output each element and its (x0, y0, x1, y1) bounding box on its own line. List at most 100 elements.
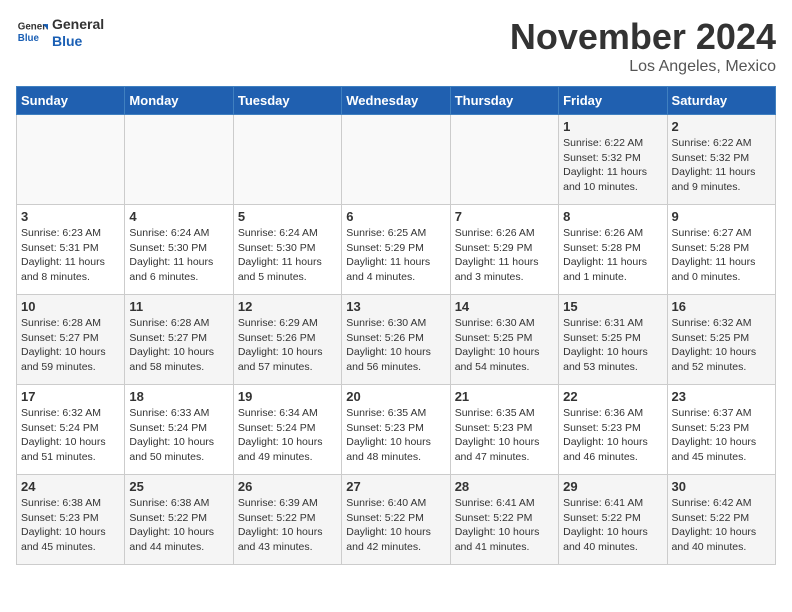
calendar-cell: 14 Sunrise: 6:30 AM Sunset: 5:25 PM Dayli… (450, 295, 558, 385)
svg-text:General: General (18, 21, 48, 32)
calendar-week-row: 24 Sunrise: 6:38 AM Sunset: 5:23 PM Dayli… (17, 475, 776, 565)
day-info: Sunrise: 6:28 AM Sunset: 5:27 PM Dayligh… (129, 316, 228, 375)
calendar-cell (17, 115, 125, 205)
day-info: Sunrise: 6:22 AM Sunset: 5:32 PM Dayligh… (672, 136, 771, 195)
weekday-header: Wednesday (342, 87, 450, 115)
weekday-header: Saturday (667, 87, 775, 115)
logo: General Blue General Blue (16, 16, 104, 50)
day-number: 9 (672, 209, 771, 224)
calendar-cell: 4 Sunrise: 6:24 AM Sunset: 5:30 PM Daylig… (125, 205, 233, 295)
calendar-cell (450, 115, 558, 205)
day-info: Sunrise: 6:37 AM Sunset: 5:23 PM Dayligh… (672, 406, 771, 465)
calendar-cell: 29Sunrise: 6:41 AM Sunset: 5:22 PM Dayli… (559, 475, 667, 565)
day-number: 2 (672, 119, 771, 134)
day-number: 16 (672, 299, 771, 314)
calendar-cell: 7 Sunrise: 6:26 AM Sunset: 5:29 PM Daylig… (450, 205, 558, 295)
day-info: Sunrise: 6:25 AM Sunset: 5:29 PM Dayligh… (346, 226, 445, 285)
day-number: 24 (21, 479, 120, 494)
day-info: Sunrise: 6:24 AM Sunset: 5:30 PM Dayligh… (238, 226, 337, 285)
day-info: Sunrise: 6:22 AM Sunset: 5:32 PM Dayligh… (563, 136, 662, 195)
day-number: 10 (21, 299, 120, 314)
calendar-cell (342, 115, 450, 205)
day-number: 14 (455, 299, 554, 314)
day-number: 1 (563, 119, 662, 134)
calendar-cell: 3Sunrise: 6:23 AM Sunset: 5:31 PM Daylig… (17, 205, 125, 295)
weekday-header: Friday (559, 87, 667, 115)
day-number: 20 (346, 389, 445, 404)
calendar-cell: 27 Sunrise: 6:40 AM Sunset: 5:22 PM Dayli… (342, 475, 450, 565)
day-info: Sunrise: 6:26 AM Sunset: 5:29 PM Dayligh… (455, 226, 554, 285)
day-number: 25 (129, 479, 228, 494)
day-info: Sunrise: 6:32 AM Sunset: 5:25 PM Dayligh… (672, 316, 771, 375)
calendar-cell: 6Sunrise: 6:25 AM Sunset: 5:29 PM Daylig… (342, 205, 450, 295)
day-info: Sunrise: 6:31 AM Sunset: 5:25 PM Dayligh… (563, 316, 662, 375)
day-number: 7 (455, 209, 554, 224)
day-number: 26 (238, 479, 337, 494)
day-number: 23 (672, 389, 771, 404)
day-number: 22 (563, 389, 662, 404)
day-info: Sunrise: 6:38 AM Sunset: 5:23 PM Dayligh… (21, 496, 120, 555)
weekday-header: Sunday (17, 87, 125, 115)
calendar-table: SundayMondayTuesdayWednesdayThursdayFrid… (16, 86, 776, 565)
calendar-cell: 17 Sunrise: 6:32 AM Sunset: 5:24 PM Dayli… (17, 385, 125, 475)
day-info: Sunrise: 6:32 AM Sunset: 5:24 PM Dayligh… (21, 406, 120, 465)
calendar-cell: 1 Sunrise: 6:22 AM Sunset: 5:32 PM Daylig… (559, 115, 667, 205)
day-number: 11 (129, 299, 228, 314)
logo-blue: Blue (52, 33, 104, 50)
calendar-cell: 30 Sunrise: 6:42 AM Sunset: 5:22 PM Dayli… (667, 475, 775, 565)
day-number: 4 (129, 209, 228, 224)
day-info: Sunrise: 6:40 AM Sunset: 5:22 PM Dayligh… (346, 496, 445, 555)
day-info: Sunrise: 6:35 AM Sunset: 5:23 PM Dayligh… (455, 406, 554, 465)
day-info: Sunrise: 6:27 AM Sunset: 5:28 PM Dayligh… (672, 226, 771, 285)
day-number: 18 (129, 389, 228, 404)
calendar-cell: 25 Sunrise: 6:38 AM Sunset: 5:22 PM Dayli… (125, 475, 233, 565)
calendar-header-row: SundayMondayTuesdayWednesdayThursdayFrid… (17, 87, 776, 115)
day-info: Sunrise: 6:42 AM Sunset: 5:22 PM Dayligh… (672, 496, 771, 555)
day-info: Sunrise: 6:24 AM Sunset: 5:30 PM Dayligh… (129, 226, 228, 285)
svg-text:Blue: Blue (18, 33, 40, 44)
weekday-header: Thursday (450, 87, 558, 115)
day-number: 27 (346, 479, 445, 494)
day-info: Sunrise: 6:41 AM Sunset: 5:22 PM Dayligh… (455, 496, 554, 555)
location-subtitle: Los Angeles, Mexico (510, 58, 776, 76)
day-info: Sunrise: 6:39 AM Sunset: 5:22 PM Dayligh… (238, 496, 337, 555)
calendar-cell: 21 Sunrise: 6:35 AM Sunset: 5:23 PM Dayli… (450, 385, 558, 475)
day-number: 8 (563, 209, 662, 224)
title-block: November 2024 Los Angeles, Mexico (510, 16, 776, 76)
day-info: Sunrise: 6:36 AM Sunset: 5:23 PM Dayligh… (563, 406, 662, 465)
month-title: November 2024 (510, 16, 776, 58)
day-number: 21 (455, 389, 554, 404)
calendar-week-row: 17 Sunrise: 6:32 AM Sunset: 5:24 PM Dayli… (17, 385, 776, 475)
day-info: Sunrise: 6:28 AM Sunset: 5:27 PM Dayligh… (21, 316, 120, 375)
day-number: 17 (21, 389, 120, 404)
page-header: General Blue General Blue November 2024 … (16, 16, 776, 76)
day-info: Sunrise: 6:38 AM Sunset: 5:22 PM Dayligh… (129, 496, 228, 555)
day-number: 5 (238, 209, 337, 224)
calendar-cell: 20 Sunrise: 6:35 AM Sunset: 5:23 PM Dayli… (342, 385, 450, 475)
calendar-cell: 28Sunrise: 6:41 AM Sunset: 5:22 PM Dayli… (450, 475, 558, 565)
calendar-cell: 13Sunrise: 6:30 AM Sunset: 5:26 PM Dayli… (342, 295, 450, 385)
weekday-header: Tuesday (233, 87, 341, 115)
calendar-cell: 24 Sunrise: 6:38 AM Sunset: 5:23 PM Dayli… (17, 475, 125, 565)
day-number: 29 (563, 479, 662, 494)
day-info: Sunrise: 6:29 AM Sunset: 5:26 PM Dayligh… (238, 316, 337, 375)
calendar-cell: 10 Sunrise: 6:28 AM Sunset: 5:27 PM Dayli… (17, 295, 125, 385)
logo-general: General (52, 16, 104, 33)
day-info: Sunrise: 6:35 AM Sunset: 5:23 PM Dayligh… (346, 406, 445, 465)
calendar-cell: 11 Sunrise: 6:28 AM Sunset: 5:27 PM Dayli… (125, 295, 233, 385)
calendar-cell: 19Sunrise: 6:34 AM Sunset: 5:24 PM Dayli… (233, 385, 341, 475)
calendar-cell: 9 Sunrise: 6:27 AM Sunset: 5:28 PM Daylig… (667, 205, 775, 295)
logo-icon: General Blue (16, 17, 48, 49)
calendar-cell: 16 Sunrise: 6:32 AM Sunset: 5:25 PM Dayli… (667, 295, 775, 385)
day-info: Sunrise: 6:33 AM Sunset: 5:24 PM Dayligh… (129, 406, 228, 465)
day-info: Sunrise: 6:30 AM Sunset: 5:25 PM Dayligh… (455, 316, 554, 375)
calendar-cell: 2 Sunrise: 6:22 AM Sunset: 5:32 PM Daylig… (667, 115, 775, 205)
calendar-cell (233, 115, 341, 205)
calendar-cell: 22 Sunrise: 6:36 AM Sunset: 5:23 PM Dayli… (559, 385, 667, 475)
calendar-week-row: 10 Sunrise: 6:28 AM Sunset: 5:27 PM Dayli… (17, 295, 776, 385)
day-info: Sunrise: 6:34 AM Sunset: 5:24 PM Dayligh… (238, 406, 337, 465)
day-number: 30 (672, 479, 771, 494)
day-number: 15 (563, 299, 662, 314)
weekday-header: Monday (125, 87, 233, 115)
day-info: Sunrise: 6:30 AM Sunset: 5:26 PM Dayligh… (346, 316, 445, 375)
